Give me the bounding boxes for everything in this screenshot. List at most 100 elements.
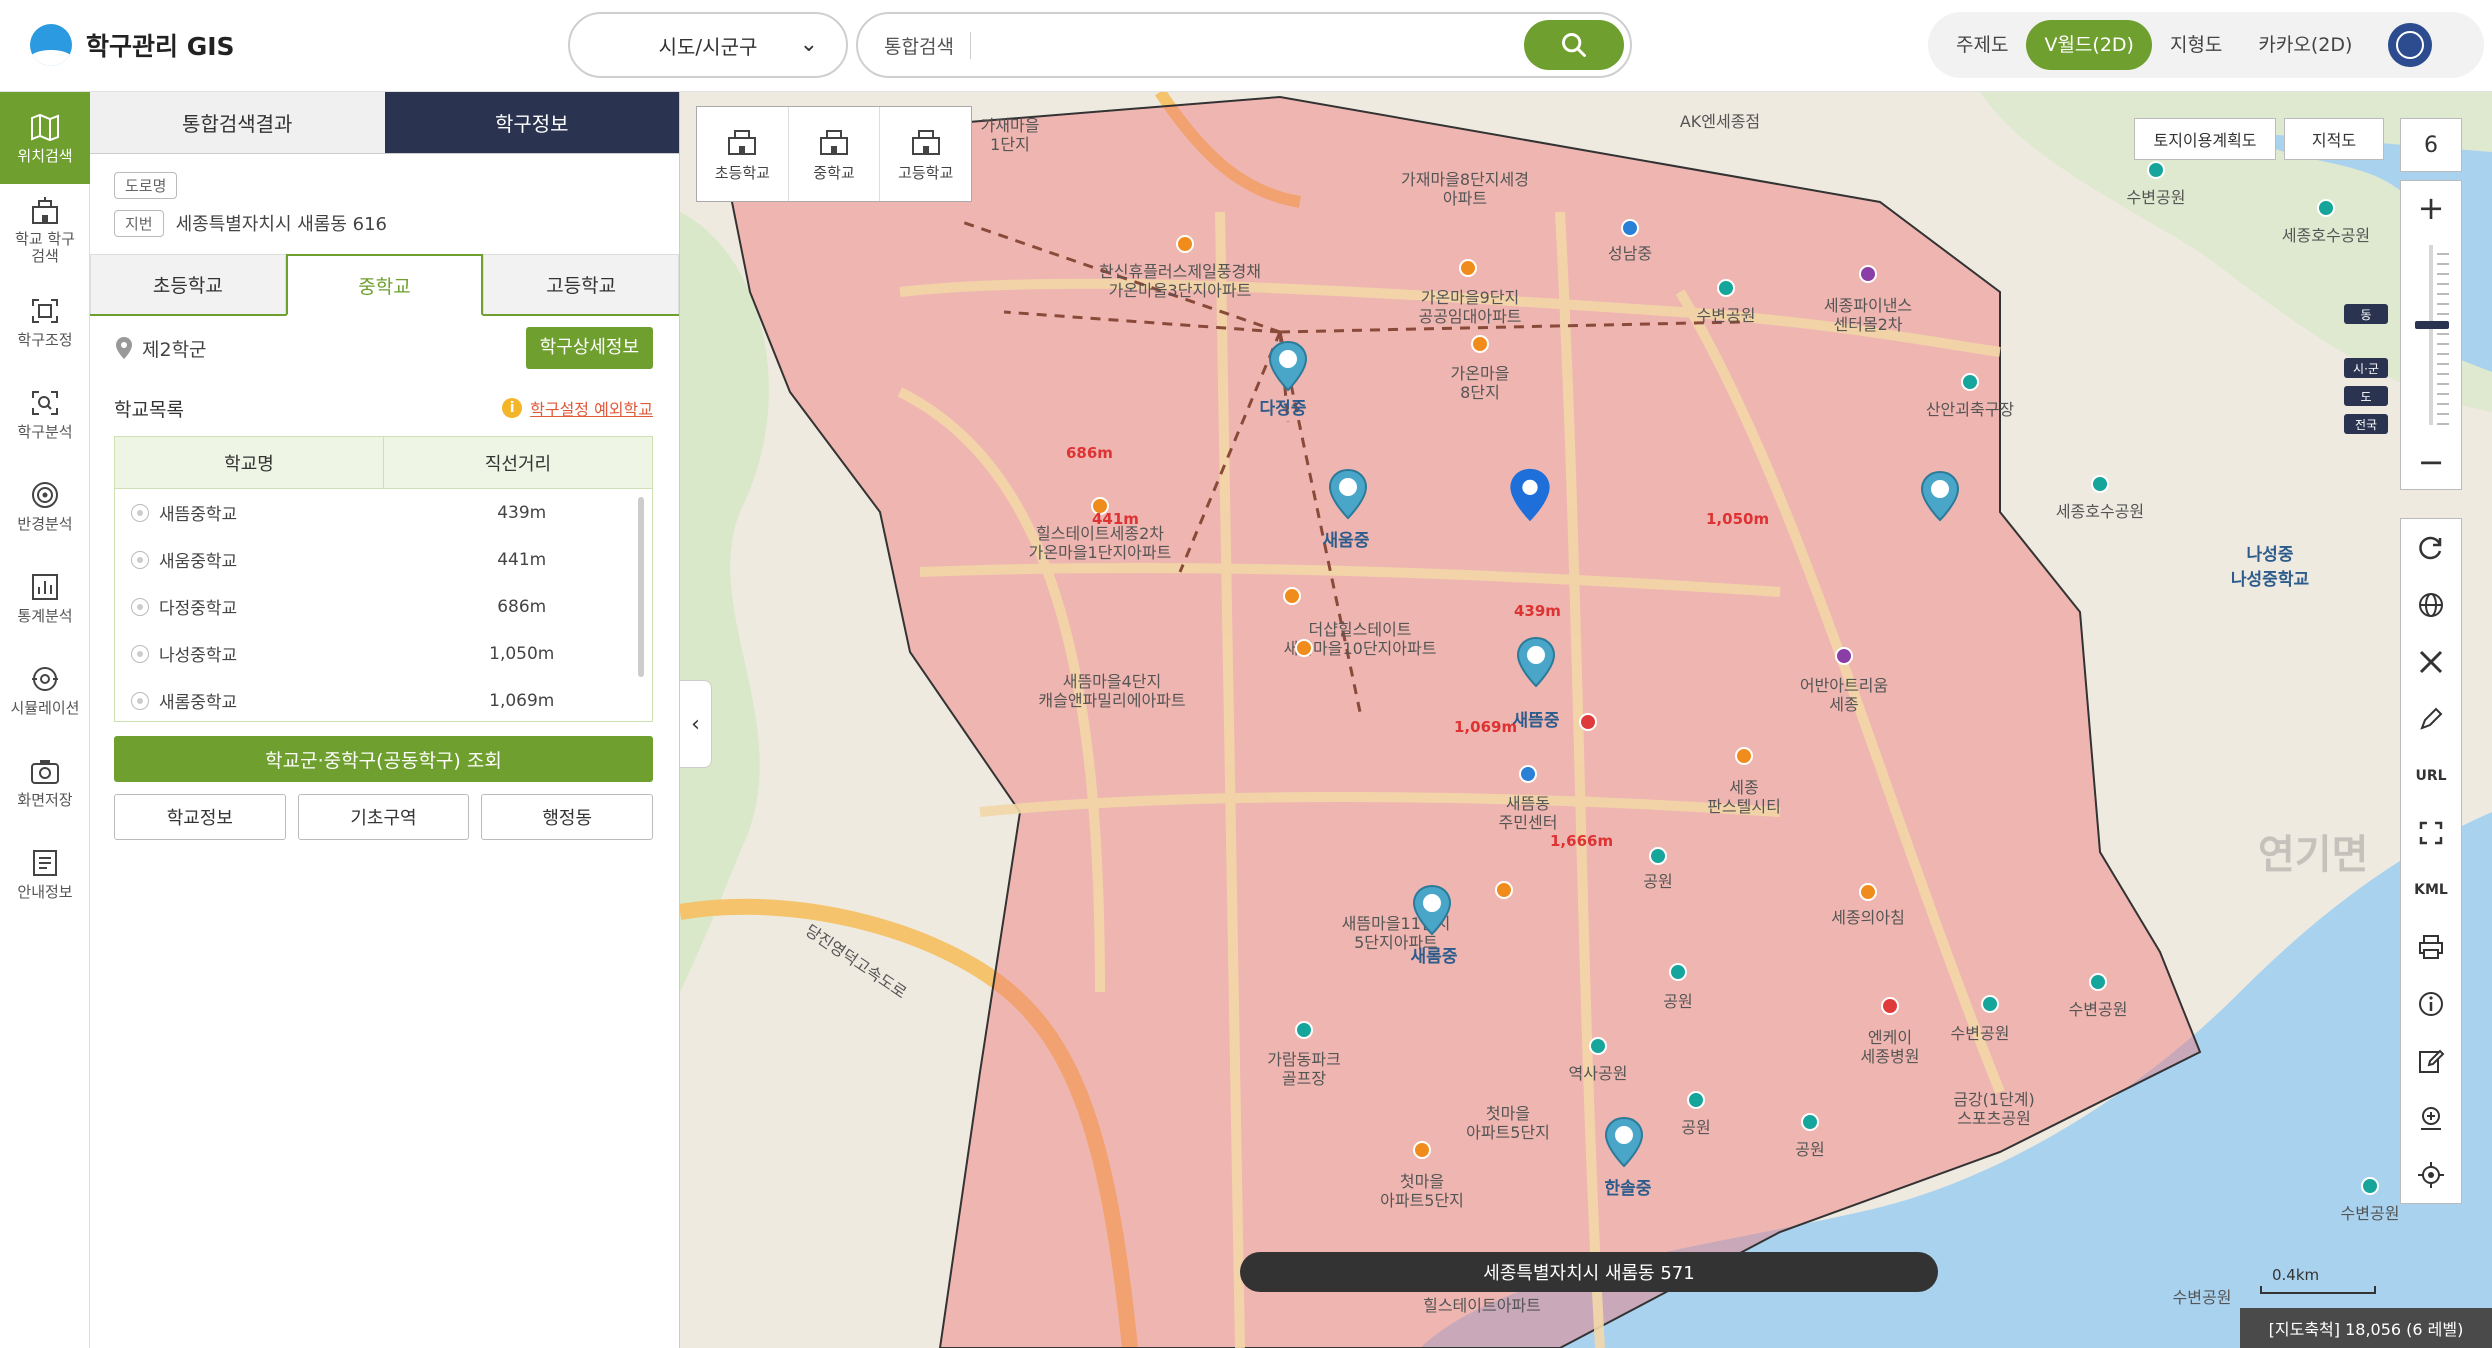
maptype-vworld[interactable]: V월드(2D) <box>2026 20 2152 70</box>
col-school-name[interactable]: 학교명 <box>115 437 383 488</box>
poi-marker[interactable] <box>1589 1037 1607 1055</box>
table-row[interactable]: 나성중학교 1,050m <box>115 630 652 677</box>
app-logo[interactable]: 학구관리 GIS <box>30 24 235 66</box>
zoom-out-button[interactable]: − <box>2401 435 2461 489</box>
level-tag-do[interactable]: 도 <box>2344 386 2388 406</box>
tab-elementary[interactable]: 초등학교 <box>90 254 286 314</box>
locate-button[interactable] <box>2401 1146 2461 1203</box>
basic-zone-button[interactable]: 기초구역 <box>297 794 470 840</box>
globe-button[interactable] <box>2401 576 2461 633</box>
school-marker-icon[interactable] <box>1514 636 1558 688</box>
poi-marker[interactable] <box>1649 847 1667 865</box>
school-group-query-button[interactable]: 학교군·중학구(공동학구) 조회 <box>114 736 653 782</box>
poi-marker[interactable] <box>2147 161 2165 179</box>
kml-button[interactable]: KML <box>2401 861 2461 918</box>
poi-marker[interactable] <box>1859 265 1877 283</box>
level-tag-national[interactable]: 전국 <box>2344 414 2388 434</box>
panel-collapse-button[interactable]: ‹ <box>680 680 712 768</box>
zoom-slider-handle[interactable] <box>2415 321 2449 329</box>
filter-middle[interactable]: 중학교 <box>787 107 880 201</box>
poi-marker[interactable] <box>1519 765 1537 783</box>
draw-button[interactable] <box>2401 690 2461 747</box>
school-marker-icon[interactable] <box>1326 468 1370 520</box>
table-row[interactable]: 새롬중학교 1,069m <box>115 677 652 721</box>
rail-district-analysis[interactable]: 학구분석 <box>0 368 90 460</box>
school-marker-icon[interactable] <box>1266 340 1310 392</box>
poi-marker[interactable] <box>1859 883 1877 901</box>
poi-marker[interactable] <box>1176 235 1194 253</box>
refresh-button[interactable] <box>2401 519 2461 576</box>
selected-location-pin-icon[interactable] <box>1506 466 1554 524</box>
search-button[interactable] <box>1524 20 1624 70</box>
globe-icon[interactable] <box>2388 23 2433 67</box>
cadastral-map-button[interactable]: 지적도 <box>2284 118 2384 160</box>
rail-simulation[interactable]: 시뮬레이션 <box>0 644 90 736</box>
filter-elementary[interactable]: 초등학교 <box>697 107 788 201</box>
land-use-plan-button[interactable]: 토지이용계획도 <box>2134 118 2276 160</box>
radio-button[interactable] <box>131 503 149 522</box>
poi-marker[interactable] <box>1579 713 1597 731</box>
zoom-in-button[interactable]: + <box>2401 181 2461 235</box>
region-select[interactable]: 시도/시군구 ⌄ <box>568 12 848 78</box>
poi-marker[interactable] <box>2361 1177 2379 1195</box>
rail-screen-save[interactable]: 화면저장 <box>0 736 90 828</box>
fullscreen-button[interactable] <box>2401 804 2461 861</box>
info-button[interactable] <box>2401 975 2461 1032</box>
exception-school-link[interactable]: 학구설정 예외학교 <box>530 396 653 420</box>
poi-marker[interactable] <box>1295 639 1313 657</box>
table-row[interactable]: 새움중학교 441m <box>115 536 652 583</box>
rail-district-adjust[interactable]: 학구조정 <box>0 276 90 368</box>
map-view[interactable]: 연기면 가재마을 1단지 AK엔세종점 가재마을8단지세경 아파트 한신휴플러스… <box>680 92 2492 1348</box>
level-tag-sigun[interactable]: 시·군 <box>2344 358 2388 378</box>
poi-marker[interactable] <box>1283 587 1301 605</box>
poi-marker[interactable] <box>1459 259 1477 277</box>
tab-search-results[interactable]: 통합검색결과 <box>90 92 385 154</box>
edit-button[interactable] <box>2401 1032 2461 1089</box>
poi-marker[interactable] <box>2091 475 2109 493</box>
tab-middle[interactable]: 중학교 <box>285 254 484 316</box>
rail-school-search[interactable]: 학교 학구 검색 <box>0 184 90 276</box>
maptype-terrain[interactable]: 지형도 <box>2152 20 2240 70</box>
filter-high[interactable]: 고등학교 <box>879 107 971 201</box>
poi-marker[interactable] <box>1961 373 1979 391</box>
maptype-theme[interactable]: 주제도 <box>1938 20 2026 70</box>
url-button[interactable]: URL <box>2401 747 2461 804</box>
poi-marker[interactable] <box>1669 963 1687 981</box>
poi-marker[interactable] <box>1801 1113 1819 1131</box>
tab-district-info[interactable]: 학구정보 <box>384 92 679 154</box>
poi-marker[interactable] <box>1495 881 1513 899</box>
table-row[interactable]: 다정중학교 686m <box>115 583 652 630</box>
poi-marker[interactable] <box>1735 747 1753 765</box>
zoom-area-button[interactable] <box>2401 1089 2461 1146</box>
rail-location-search[interactable]: 위치검색 <box>0 92 90 184</box>
measure-button[interactable] <box>2401 633 2461 690</box>
rail-statistics[interactable]: 통계분석 <box>0 552 90 644</box>
level-tag-dong[interactable]: 동 <box>2344 304 2388 324</box>
poi-marker[interactable] <box>2089 973 2107 991</box>
poi-marker[interactable] <box>1413 1141 1431 1159</box>
radio-button[interactable] <box>131 550 149 569</box>
zoom-track[interactable] <box>2429 245 2433 425</box>
print-button[interactable] <box>2401 918 2461 975</box>
rail-radius-analysis[interactable]: 반경분석 <box>0 460 90 552</box>
school-info-button[interactable]: 학교정보 <box>114 794 286 840</box>
poi-marker[interactable] <box>1717 279 1735 297</box>
poi-marker[interactable] <box>1981 995 1999 1013</box>
poi-marker[interactable] <box>1835 647 1853 665</box>
table-scrollbar[interactable] <box>638 497 644 677</box>
maptype-kakao[interactable]: 카카오(2D) <box>2240 20 2370 70</box>
rail-guide-info[interactable]: 안내정보 <box>0 828 90 920</box>
poi-marker[interactable] <box>1687 1091 1705 1109</box>
col-distance[interactable]: 직선거리 <box>383 437 652 488</box>
poi-marker[interactable] <box>1881 997 1899 1015</box>
radio-button[interactable] <box>131 644 149 663</box>
poi-marker[interactable] <box>1295 1021 1313 1039</box>
school-marker-icon[interactable] <box>1410 884 1454 936</box>
radio-button[interactable] <box>131 691 149 710</box>
school-marker-icon[interactable] <box>1918 470 1962 522</box>
radio-button[interactable] <box>131 597 149 616</box>
poi-marker[interactable] <box>1471 335 1489 353</box>
table-row[interactable]: 새뜸중학교 439m <box>115 489 652 536</box>
poi-marker[interactable] <box>1621 219 1639 237</box>
admin-dong-button[interactable]: 행정동 <box>481 794 654 840</box>
